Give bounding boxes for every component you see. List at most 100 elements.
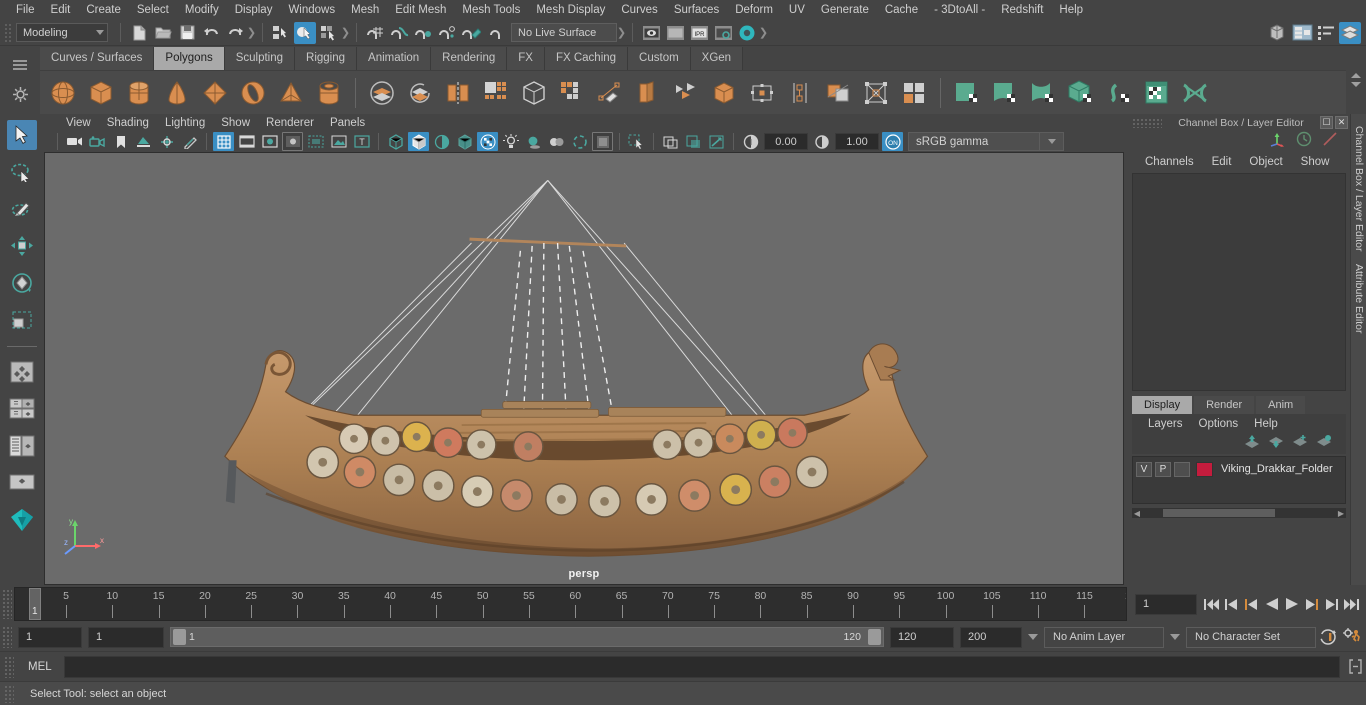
- poly-combine-icon[interactable]: [365, 76, 399, 110]
- scroll-right-icon[interactable]: ▶: [1336, 508, 1346, 518]
- range-end-field[interactable]: 120: [890, 626, 954, 648]
- range-start-handle[interactable]: [173, 629, 186, 645]
- poly-smooth-icon[interactable]: [479, 76, 513, 110]
- smooth-shade-icon[interactable]: [408, 132, 429, 152]
- shelf-tab-polygons[interactable]: Polygons: [154, 47, 225, 70]
- construction-history-icon[interactable]: [1296, 131, 1312, 152]
- motion-blur-icon[interactable]: [569, 132, 590, 151]
- collapse-snap-group-icon[interactable]: ❯: [617, 23, 626, 43]
- grease-pencil-icon[interactable]: [179, 132, 200, 151]
- transform-manip-icon[interactable]: [1268, 131, 1286, 152]
- poly-bevel-icon[interactable]: [555, 76, 589, 110]
- shadows-icon[interactable]: [523, 132, 544, 151]
- poly-mirror-icon[interactable]: [441, 76, 475, 110]
- panel-grip[interactable]: [1132, 117, 1162, 128]
- menu-curves[interactable]: Curves: [613, 0, 665, 20]
- four-pane-layout[interactable]: [7, 468, 37, 498]
- show-hide-channel-box-icon[interactable]: [1339, 21, 1361, 44]
- scroll-left-icon[interactable]: ◀: [1132, 508, 1142, 518]
- shaded-wireframe-icon[interactable]: [431, 132, 452, 151]
- film-gate-icon[interactable]: [236, 132, 257, 151]
- shelf-tab-animation[interactable]: Animation: [357, 47, 432, 70]
- gamma-field[interactable]: 1.00: [835, 133, 879, 151]
- select-by-component-icon[interactable]: [318, 22, 340, 44]
- exposure-field[interactable]: 0.00: [764, 133, 808, 151]
- bookmark-icon[interactable]: [110, 132, 131, 151]
- target-weld-icon[interactable]: [745, 76, 779, 110]
- move-layer-up-icon[interactable]: [1244, 435, 1260, 453]
- script-editor-icon[interactable]: [1344, 656, 1366, 678]
- shelf-tab-rendering[interactable]: Rendering: [431, 47, 508, 70]
- anim-layer-dropdown-icon[interactable]: [1028, 634, 1038, 640]
- shelf-options-gear-icon[interactable]: [8, 82, 32, 106]
- character-set-dropdown-icon[interactable]: [1170, 634, 1180, 640]
- shelf-tab-custom[interactable]: Custom: [628, 47, 691, 70]
- auto-keyframe-icon[interactable]: [1316, 628, 1340, 646]
- collapse-render-group-icon[interactable]: ❯: [759, 23, 768, 43]
- poly-pipe-icon[interactable]: [312, 76, 346, 110]
- uv-cut-sew-icon[interactable]: [1178, 76, 1212, 110]
- color-management-toggle-icon[interactable]: ON: [882, 132, 903, 152]
- open-scene-icon[interactable]: [152, 22, 174, 44]
- menu-deform[interactable]: Deform: [727, 0, 781, 20]
- snap-to-projected-center-icon[interactable]: [436, 22, 458, 44]
- layer-name[interactable]: Viking_Drakkar_Folder: [1221, 463, 1333, 475]
- poly-platonic-icon[interactable]: [198, 76, 232, 110]
- layer-playback-toggle[interactable]: P: [1155, 461, 1171, 477]
- layer-row[interactable]: V P Viking_Drakkar_Folder: [1136, 460, 1342, 478]
- input-output-icon[interactable]: [1322, 131, 1338, 152]
- layer-tab-render[interactable]: Render: [1194, 396, 1255, 414]
- isolate-select-icon[interactable]: [626, 132, 647, 151]
- ipr-render-icon[interactable]: IPR: [688, 22, 710, 44]
- show-hide-modeling-toolkit-icon[interactable]: [1267, 22, 1289, 44]
- viewport-menu-shading[interactable]: Shading: [99, 117, 157, 129]
- menu-file[interactable]: File: [8, 0, 43, 20]
- viewport-menu-view[interactable]: View: [58, 117, 99, 129]
- film-origin-icon[interactable]: [305, 132, 326, 151]
- gamma-icon[interactable]: [811, 132, 832, 151]
- uv-automatic-icon[interactable]: [1064, 76, 1098, 110]
- shelf-tab-curves-surfaces[interactable]: Curves / Surfaces: [40, 47, 155, 70]
- xray-active-components-icon[interactable]: [706, 132, 727, 151]
- two-d-pan-zoom-icon[interactable]: [156, 132, 177, 151]
- new-layer-icon[interactable]: [1292, 435, 1308, 453]
- poly-extrude-icon[interactable]: [517, 76, 551, 110]
- select-by-object-icon[interactable]: [294, 21, 316, 44]
- render-sequence-icon[interactable]: [664, 22, 686, 44]
- animation-start-field[interactable]: 1: [18, 626, 82, 648]
- animation-end-field[interactable]: 200: [960, 626, 1022, 648]
- layer-menu-options[interactable]: Options: [1191, 418, 1247, 430]
- snap-to-point-icon[interactable]: [412, 22, 434, 44]
- last-tool-used[interactable]: [7, 357, 37, 387]
- layer-state-toggle[interactable]: [1174, 461, 1190, 477]
- paint-select-tool[interactable]: [7, 194, 37, 224]
- viewport-menu-show[interactable]: Show: [213, 117, 258, 129]
- go-to-end-icon[interactable]: [1343, 595, 1360, 613]
- layer-tab-display[interactable]: Display: [1132, 396, 1193, 414]
- layer-menu-help[interactable]: Help: [1246, 418, 1286, 430]
- snap-to-view-plane-icon[interactable]: [484, 22, 506, 44]
- wireframe-icon[interactable]: [385, 132, 406, 151]
- channel-box-menu-show[interactable]: Show: [1292, 156, 1339, 168]
- collapse-select-group-icon[interactable]: ❯: [341, 23, 350, 43]
- poly-torus-icon[interactable]: [236, 76, 270, 110]
- color-space-dropdown-icon[interactable]: [1040, 132, 1064, 152]
- new-scene-icon[interactable]: [128, 22, 150, 44]
- scrollbar-thumb[interactable]: [1163, 509, 1275, 517]
- xray-joints-icon[interactable]: [683, 132, 704, 151]
- insert-edge-loop-icon[interactable]: [783, 76, 817, 110]
- command-line-grip[interactable]: [4, 655, 14, 678]
- show-hide-attribute-editor-icon[interactable]: [1291, 22, 1313, 44]
- range-slider-grip[interactable]: [2, 626, 12, 648]
- menu-create[interactable]: Create: [78, 0, 129, 20]
- shelf-menu-icon[interactable]: [8, 54, 32, 78]
- animation-preferences-icon[interactable]: [1340, 628, 1366, 646]
- save-scene-icon[interactable]: [176, 22, 198, 44]
- range-start-field[interactable]: 1: [88, 626, 164, 648]
- layer-list[interactable]: V P Viking_Drakkar_Folder: [1132, 456, 1346, 504]
- lighting-toggle-icon[interactable]: [500, 132, 521, 151]
- step-back-keyframe-icon[interactable]: [1223, 595, 1240, 613]
- screen-space-ao-icon[interactable]: [546, 132, 567, 151]
- shelf-tab-fx-caching[interactable]: FX Caching: [544, 47, 629, 70]
- poly-pyramid-icon[interactable]: [274, 76, 308, 110]
